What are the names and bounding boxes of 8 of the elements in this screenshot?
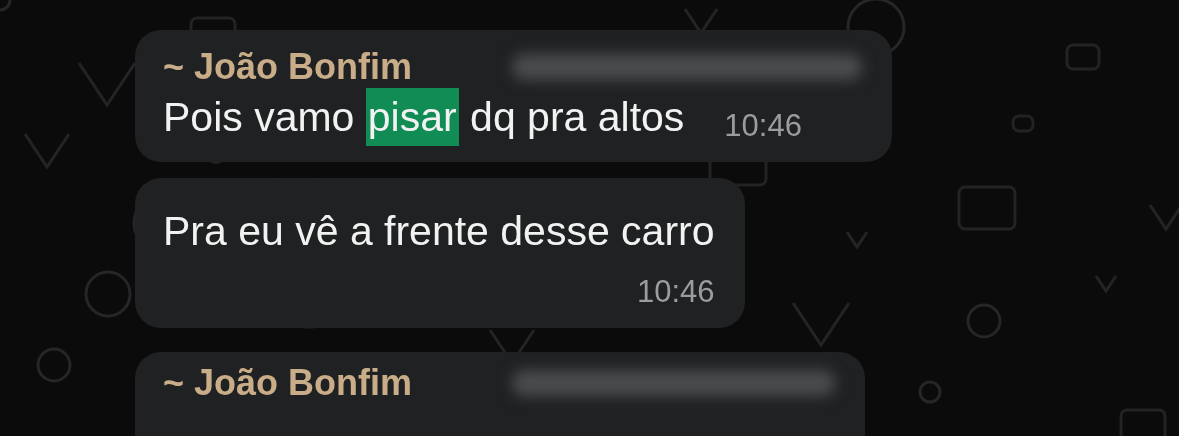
highlighted-word: pisar [365, 88, 459, 146]
message-text: Pra eu vê a frente desse carro [163, 207, 715, 256]
message-time: 10:46 [724, 108, 802, 144]
message-text: dq pra altos [469, 93, 685, 142]
sender-name: ~ João Bonfim [163, 362, 413, 404]
sender-name: ~ João Bonfim [163, 46, 413, 88]
message-time: 10:46 [636, 274, 715, 310]
message-text: Pois vamo [163, 93, 356, 142]
